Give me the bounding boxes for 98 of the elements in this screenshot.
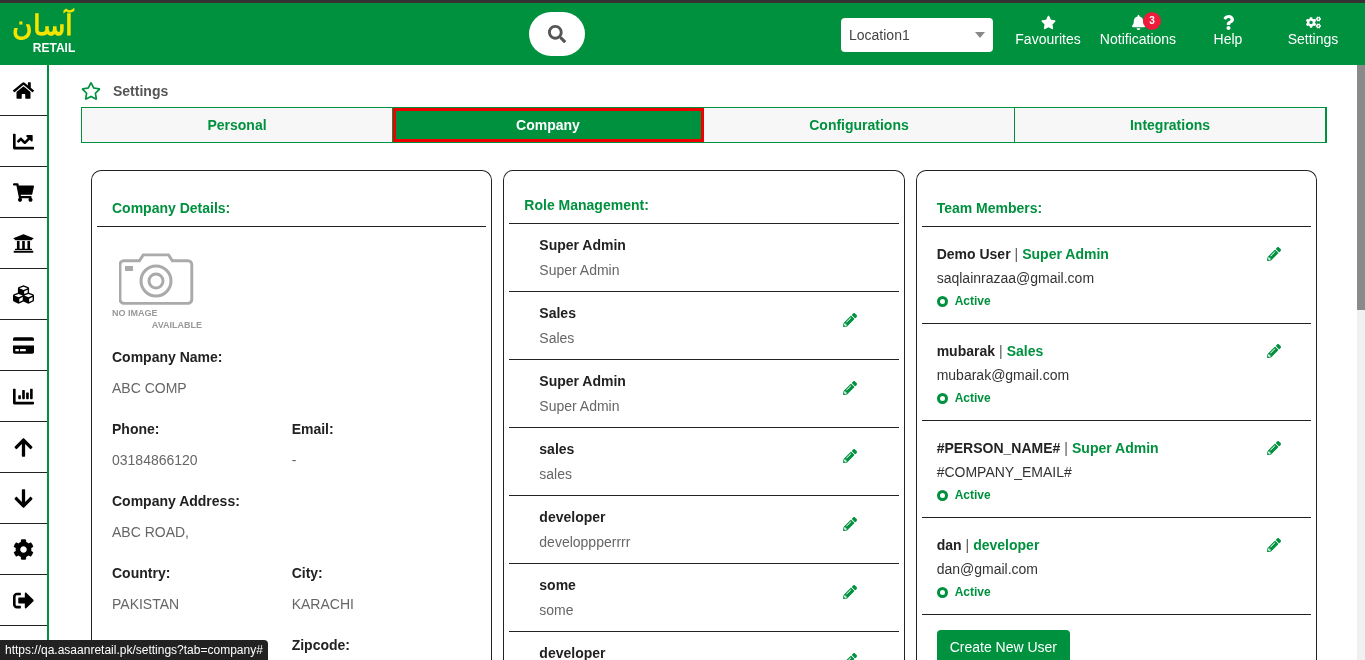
field-label: Company Address: [112, 492, 241, 511]
member-email: dan@gmail.com [936, 560, 1040, 579]
logo-script: آسان [11, 7, 73, 42]
pencil-icon [842, 381, 857, 395]
pencil-icon [842, 449, 857, 463]
field-value: 03184866120 [112, 451, 199, 470]
arrow-down-icon [13, 487, 34, 509]
member-name: dan [936, 536, 962, 555]
edit-button[interactable] [1267, 538, 1281, 552]
edit-button[interactable] [1267, 441, 1281, 455]
edit-button[interactable] [1267, 247, 1281, 261]
pencil-icon [842, 517, 857, 531]
edit-button[interactable] [842, 585, 857, 599]
status-url: https://qa.asaanretail.pk/settings?tab=company# [0, 640, 268, 660]
cubes-icon [13, 283, 34, 305]
no-image-drawing: NO IMAGE AVAILABLE [112, 251, 202, 331]
pencil-icon [1267, 247, 1281, 261]
field-value: KARACHI [291, 595, 355, 614]
pencil-icon [1267, 344, 1281, 358]
role-name: Super Admin [539, 372, 627, 391]
member-name: #PERSON_NAME# [936, 439, 1061, 458]
pencil-icon [842, 585, 857, 599]
pencil-icon [1267, 441, 1281, 455]
role-name: Sales [539, 304, 577, 323]
nav-button[interactable]: Help [1188, 15, 1268, 48]
edit-button[interactable] [1267, 344, 1281, 358]
nav-button[interactable]: Favourites [1008, 15, 1088, 48]
role-description: sales [539, 465, 573, 484]
dropdown-caret-icon [975, 32, 985, 38]
member-role: Super Admin [1072, 439, 1159, 458]
card-icon [13, 334, 34, 356]
member-email: saqlainrazaa@gmail.com [936, 269, 1096, 288]
separator: | [1064, 439, 1068, 458]
settings-icon [1305, 15, 1321, 30]
favourite-star-icon [81, 81, 101, 101]
role-description: some [539, 601, 575, 620]
cart-icon [13, 181, 34, 203]
separator: | [999, 342, 1003, 361]
field-label: Zipcode: [291, 636, 351, 655]
member-role: developer [973, 536, 1040, 555]
role-description: Super Admin [539, 397, 621, 416]
edit-button[interactable] [842, 449, 857, 463]
location-select[interactable]: Location1 [841, 18, 993, 52]
card-title: Company Details: [97, 198, 487, 227]
tab[interactable]: Company [393, 108, 704, 142]
tab[interactable]: Configurations [704, 108, 1015, 142]
separator: | [965, 536, 970, 555]
tab[interactable]: Integrations [1015, 108, 1326, 142]
role-name: Super Admin [539, 236, 627, 255]
member-email: mubarak@gmail.com [936, 366, 1071, 385]
edit-button[interactable] [842, 313, 857, 327]
role-name: developer [539, 644, 607, 660]
role-description: Sales [539, 329, 576, 348]
member-role: Super Admin [1022, 245, 1109, 264]
pencil-icon [842, 313, 857, 327]
field-label: Country: [112, 564, 172, 583]
search-button[interactable] [529, 12, 585, 56]
status-text: Active [954, 390, 991, 407]
page-title: Settings [113, 81, 169, 101]
status-text: Active [954, 293, 991, 310]
edit-button[interactable] [842, 381, 857, 395]
bell-icon [1130, 15, 1146, 30]
field-value: ABC COMP [112, 379, 188, 398]
bank-icon [13, 232, 34, 254]
pencil-icon [1267, 538, 1281, 552]
member-name: Demo User [936, 245, 1011, 264]
search-icon [548, 25, 566, 43]
field-label: Email: [291, 420, 335, 439]
nav-button[interactable]: Settings [1268, 15, 1358, 48]
arrow-up-icon [13, 436, 34, 458]
tab[interactable]: Personal [82, 108, 393, 142]
nav-button[interactable]: Notifications 3 [1088, 15, 1188, 48]
member-role: Sales [1006, 342, 1044, 361]
role-description: Super Admin [539, 261, 621, 280]
field-value: PAKISTAN [112, 595, 181, 614]
member-name: mubarak [936, 342, 995, 361]
field-value: - [291, 451, 298, 470]
settings-icon [13, 538, 34, 560]
field-label: Company Name: [112, 348, 224, 367]
home-icon [13, 79, 34, 101]
status-text: Active [954, 487, 991, 504]
field-label: City: [291, 564, 324, 583]
role-description: developpperrrr [539, 533, 632, 552]
field-value: ABC ROAD, [112, 523, 190, 542]
logo-wordmark: RETAIL [32, 42, 76, 54]
create-user-button[interactable]: Create New User [936, 630, 1071, 660]
star-icon [1040, 15, 1056, 30]
member-email: #COMPANY_EMAIL# [936, 463, 1073, 482]
edit-button[interactable] [842, 517, 857, 531]
role-name: sales [539, 440, 576, 459]
card-title: Team Members: [921, 198, 1311, 227]
card-title: Role Management: [509, 195, 899, 224]
separator: | [1014, 245, 1019, 264]
notification-badge: 3 [1143, 12, 1161, 30]
role-name: developer [539, 508, 607, 527]
field-label: Phone: [112, 420, 161, 439]
role-name: some [539, 576, 577, 595]
status-text: Active [954, 584, 991, 601]
